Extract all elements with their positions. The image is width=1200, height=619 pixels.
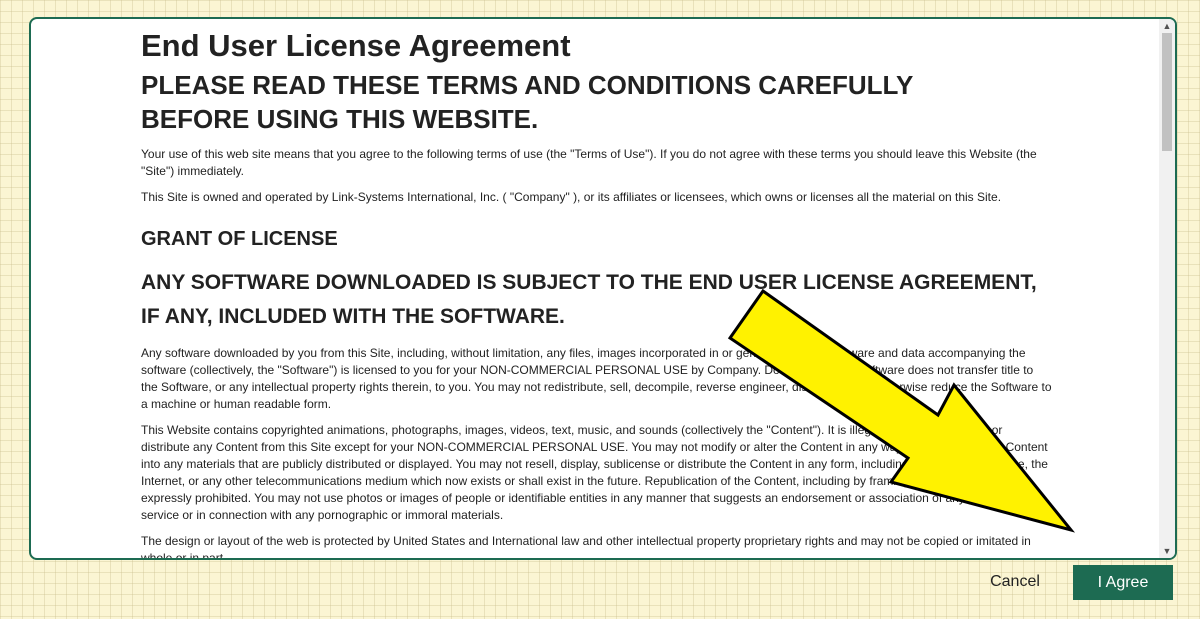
terms-of-use-paragraph: Your use of this web site means that you…: [141, 147, 1037, 178]
read-terms-heading-line1: PLEASE READ THESE TERMS AND CONDITIONS C…: [141, 70, 914, 100]
vertical-scrollbar[interactable]: ▲ ▼: [1159, 19, 1175, 558]
scrollbar-thumb[interactable]: [1162, 33, 1172, 151]
eula-scroll-area[interactable]: End User License Agreement PLEASE READ T…: [31, 19, 1159, 558]
design-layout-paragraph: The design or layout of the web is prote…: [141, 534, 1031, 558]
grant-of-license-heading: GRANT OF LICENSE: [141, 228, 338, 250]
software-license-paragraph: Any software downloaded by you from this…: [141, 346, 1052, 411]
i-agree-button[interactable]: I Agree: [1073, 565, 1173, 600]
ownership-paragraph: This Site is owned and operated by Link-…: [141, 190, 1002, 204]
eula-content: End User License Agreement PLEASE READ T…: [141, 27, 1053, 558]
cancel-button[interactable]: Cancel: [976, 565, 1054, 599]
eula-dialog: End User License Agreement PLEASE READ T…: [29, 17, 1177, 560]
eula-title: End User License Agreement: [141, 28, 571, 63]
read-terms-heading-line2: BEFORE USING THIS WEBSITE.: [141, 104, 539, 134]
software-subject-heading-line2: IF ANY, INCLUDED WITH THE SOFTWARE.: [141, 305, 565, 328]
content-paragraph: This Website contains copyrighted animat…: [141, 423, 1048, 522]
software-subject-heading-line1: ANY SOFTWARE DOWNLOADED IS SUBJECT TO TH…: [141, 271, 1037, 294]
scroll-down-icon[interactable]: ▼: [1159, 544, 1175, 558]
scroll-up-icon[interactable]: ▲: [1159, 19, 1175, 33]
